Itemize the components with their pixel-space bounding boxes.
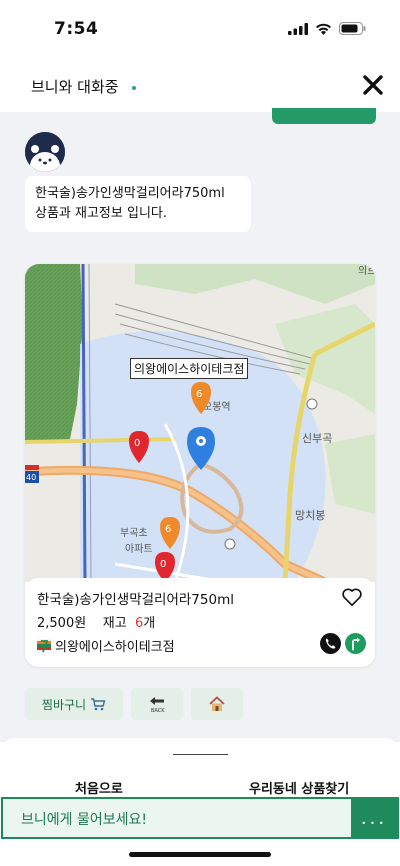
stock-label: 재고: [102, 616, 127, 631]
svg-text:6: 6: [165, 524, 171, 535]
ask-input-placeholder[interactable]: 브니에게 물어보세요!: [21, 809, 147, 829]
call-button[interactable]: [320, 633, 341, 654]
bot-message-line: 한국술)송가인생막걸리어라750ml: [35, 186, 225, 201]
svg-text:0: 0: [160, 559, 166, 570]
online-indicator: [132, 86, 136, 90]
previous-message-button[interactable]: [272, 108, 376, 124]
home-indicator[interactable]: [129, 852, 271, 857]
action-row: 찜바구니 BACK: [25, 688, 243, 720]
seven-eleven-logo-icon: [37, 638, 51, 653]
map-place-label: 아파트: [125, 543, 153, 555]
heart-icon[interactable]: [341, 587, 363, 607]
stock-count: 6: [134, 616, 144, 631]
store-stock-card: 40 신부곡 망치봉 부곡초 아파트 의르 오봉역 6 0 6 0 의왕에이스하…: [25, 264, 375, 667]
store-map[interactable]: 40 신부곡 망치봉 부곡초 아파트 의르 오봉역 6 0 6 0 의왕에이스하…: [25, 264, 375, 587]
back-button[interactable]: BACK: [131, 688, 183, 720]
map-place-label: 의르: [358, 265, 375, 277]
bot-avatar: [25, 132, 65, 172]
local-product-search-button[interactable]: 우리동네 상품찾기: [249, 778, 349, 797]
status-bar: 7:54: [0, 0, 400, 58]
chat-area[interactable]: 한국술)송가인생막걸리어라750ml 상품과 재고정보 입니다. 40 신부곡 …: [0, 108, 400, 742]
home-button[interactable]: [191, 688, 243, 720]
status-icons: [288, 22, 366, 35]
bot-message-line: 상품과 재고정보 입니다.: [35, 206, 167, 221]
map-canvas[interactable]: 40 신부곡 망치봉 부곡초 아파트 의르 오봉역 6 0 6 0: [25, 264, 375, 587]
directions-button[interactable]: [345, 633, 366, 654]
cart-icon: [91, 698, 106, 711]
store-name: 의왕에이스하이테크점: [55, 640, 175, 655]
close-icon[interactable]: [362, 74, 384, 96]
go-to-start-button[interactable]: 처음으로: [75, 778, 123, 797]
more-options-button[interactable]: ...: [351, 799, 397, 837]
directions-icon: [352, 637, 360, 651]
back-label: BACK: [151, 708, 165, 714]
wifi-icon: [316, 23, 331, 35]
status-time: 7:54: [54, 19, 99, 39]
signal-icon: [288, 22, 308, 35]
map-store-label[interactable]: 의왕에이스하이테크점: [130, 358, 249, 379]
chat-title: 브니와 대화중: [31, 78, 119, 96]
home-icon: [209, 696, 225, 711]
product-name: 한국술)송가인생막걸리어라750ml: [37, 592, 234, 608]
basket-button[interactable]: 찜바구니: [25, 688, 123, 720]
battery-icon: [339, 22, 366, 35]
map-place-label: 부곡초: [120, 527, 148, 539]
chat-header: 브니와 대화중: [0, 58, 400, 112]
store-line: 의왕에이스하이테크점: [37, 636, 175, 655]
bot-message-bubble: 한국술)송가인생막걸리어라750ml 상품과 재고정보 입니다.: [25, 176, 251, 232]
price-stock-line: 2,500원 재고 6개: [37, 612, 155, 631]
map-place-label: 신부곡: [302, 432, 332, 445]
ask-input-bar[interactable]: 브니에게 물어보세요! ...: [1, 797, 399, 839]
sheet-handle[interactable]: [173, 754, 228, 755]
phone-icon: [325, 638, 336, 649]
road-badge: 40: [26, 473, 36, 482]
basket-label: 찜바구니: [41, 697, 87, 712]
back-arrow-icon: BACK: [150, 697, 165, 714]
product-price: 2,500원: [37, 616, 87, 631]
svg-text:6: 6: [196, 389, 202, 400]
stock-unit: 개: [143, 616, 156, 631]
map-place-label: 망치봉: [295, 509, 325, 522]
bear-avatar-icon: [25, 132, 65, 172]
svg-text:0: 0: [134, 438, 140, 449]
product-info: 한국술)송가인생막걸리어라750ml 2,500원 재고 6개 의왕에이스하이테…: [25, 578, 375, 663]
